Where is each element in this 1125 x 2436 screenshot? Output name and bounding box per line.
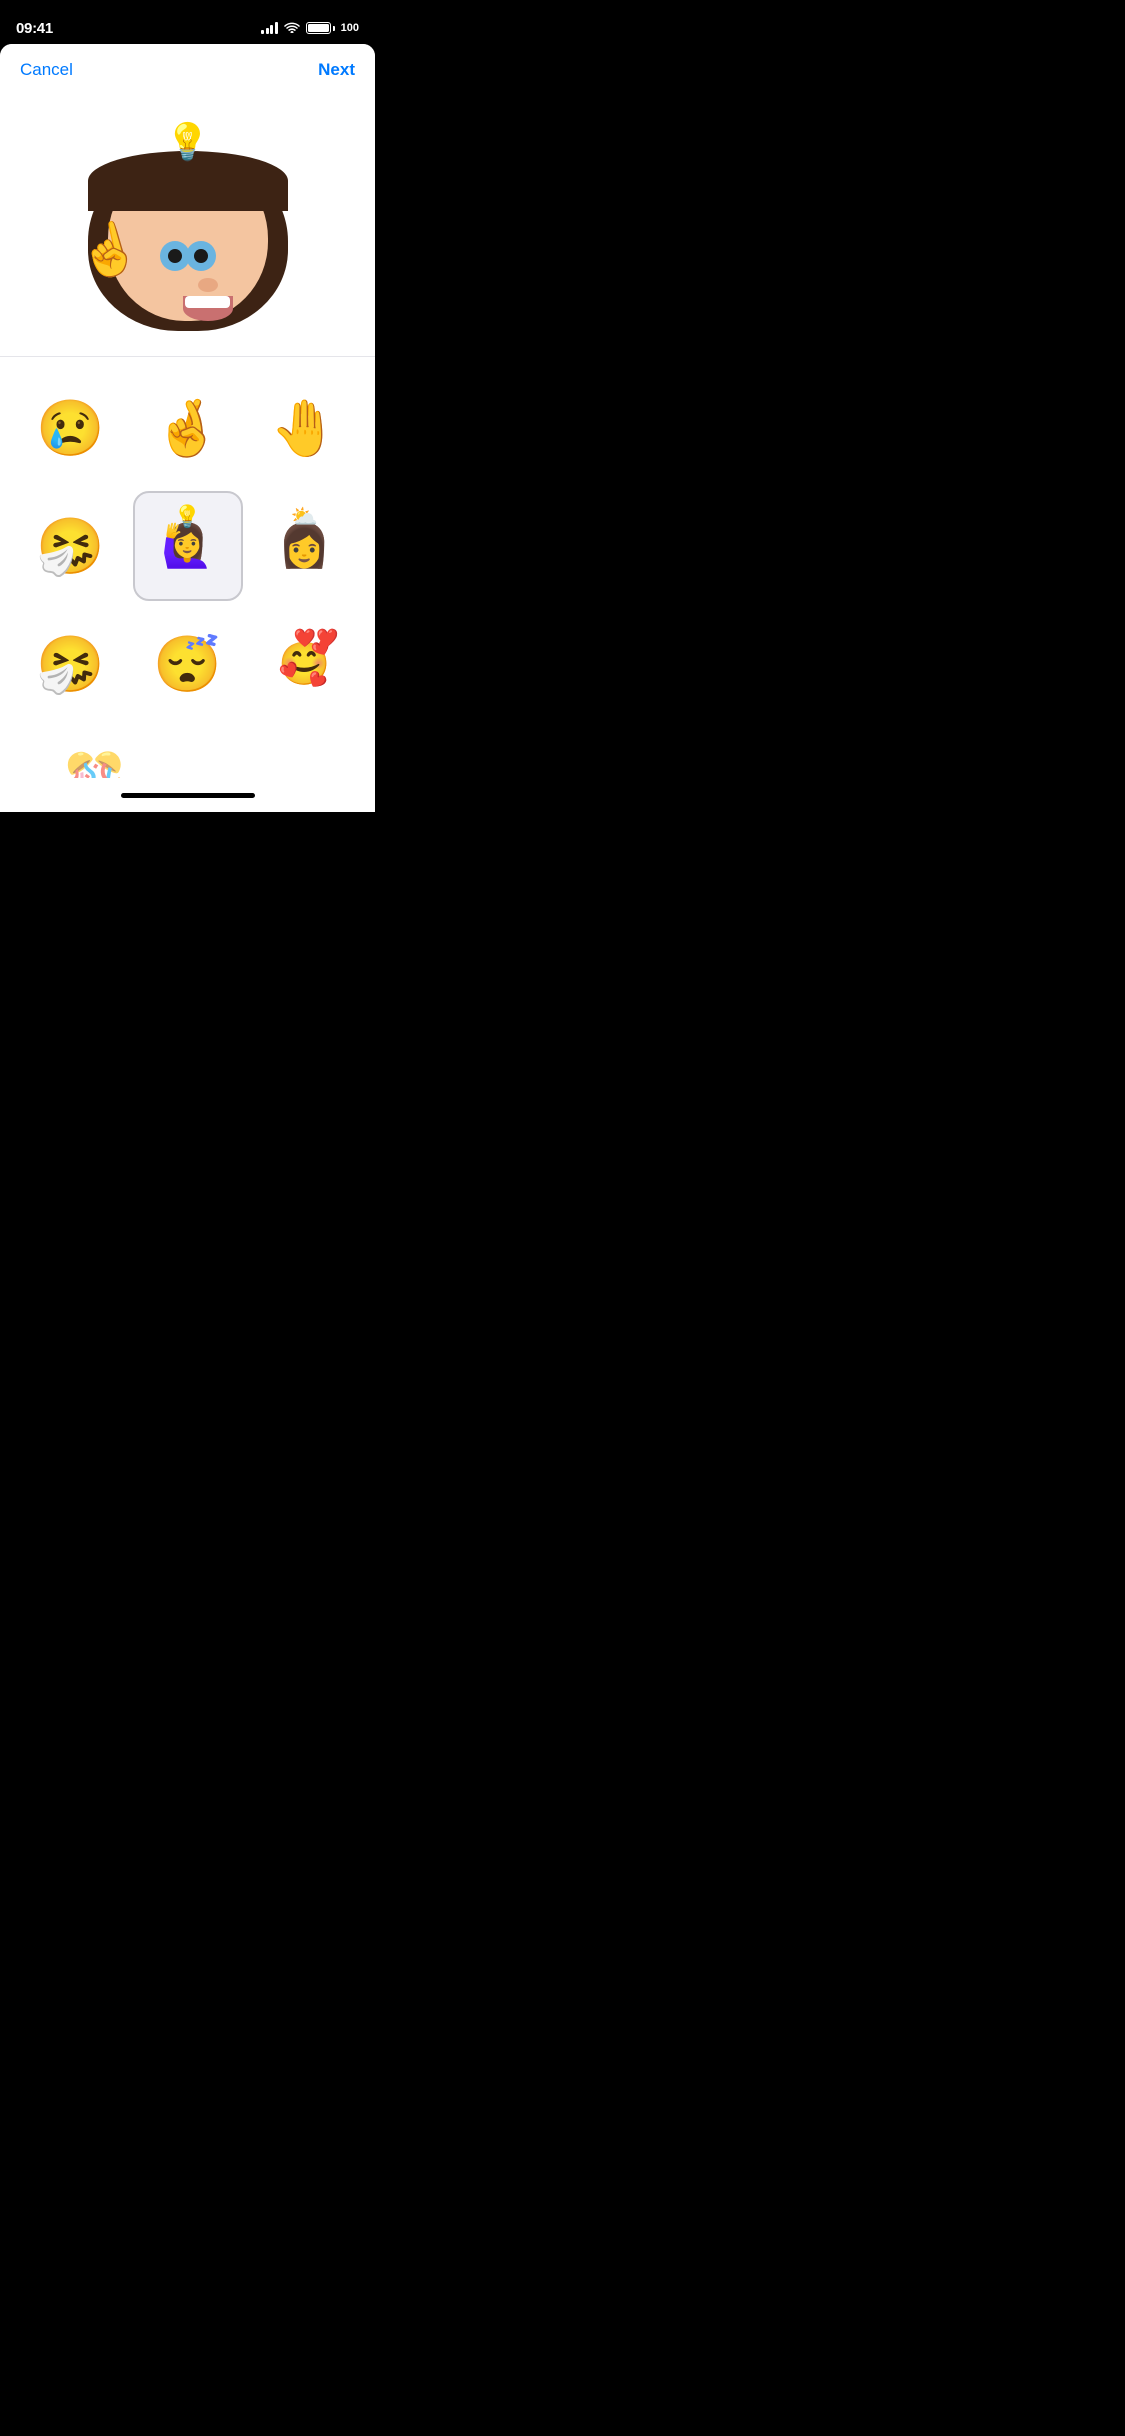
sticker-grid[interactable]: 😢 🤞 🤚 🤧 [0, 357, 375, 778]
sticker-cloud-overlay: ⛅ [291, 504, 318, 530]
status-icons: 100 [261, 21, 359, 36]
sticker-cell-partial-1[interactable]: 🎊 [39, 727, 149, 778]
stop-hand-emoji: 🤚 [270, 396, 338, 461]
blowing-nose-emoji: 🤧 [36, 632, 104, 697]
battery-level: 100 [341, 22, 359, 34]
sticker-stop-hand: 🤚 [260, 383, 350, 473]
sticker-sleeping: 😴 [143, 619, 233, 709]
fingers-crossed-emoji: 🤞 [153, 396, 221, 461]
sticker-cell-lightbulb[interactable]: 💡 🙋‍♀️ [133, 491, 243, 601]
memoji-left-pupil [168, 249, 182, 263]
main-container: Cancel Next [0, 44, 375, 812]
memoji-right-eye [186, 241, 216, 271]
sticker-cell-sneezing[interactable]: 🤧 [16, 491, 126, 601]
memoji-main-art: 💡 ☝️ [88, 121, 288, 331]
memoji-right-pupil [194, 249, 208, 263]
battery-icon [306, 22, 335, 34]
sticker-cell-fingers-crossed[interactable]: 🤞 [133, 373, 243, 483]
cancel-button[interactable]: Cancel [20, 60, 73, 80]
sticker-row-2: 🤧 💡 🙋‍♀️ ⛅ 👩 [12, 491, 363, 601]
sticker-row-4: 🎊 [12, 727, 363, 778]
next-button[interactable]: Next [318, 60, 355, 80]
home-bar [121, 793, 255, 798]
crying-emoji: 😢 [36, 396, 104, 461]
sticker-cell-crying[interactable]: 😢 [16, 373, 126, 483]
sticker-partial-1: 🎊 [49, 737, 139, 778]
sticker-cell-blowing-nose[interactable]: 🤧 [16, 609, 126, 719]
memoji-nose [198, 278, 218, 292]
sticker-cell-stop-hand[interactable]: 🤚 [250, 373, 360, 483]
sticker-row-1: 😢 🤞 🤚 [12, 373, 363, 483]
sticker-cell-partial-2[interactable] [202, 727, 242, 778]
sticker-lightbulb-overlay: 💡 [174, 504, 201, 530]
sleeping-emoji: 😴 [153, 632, 221, 697]
memoji-teeth [185, 296, 230, 308]
memoji-preview-area: 💡 ☝️ [0, 96, 375, 356]
sticker-lightbulb: 💡 🙋‍♀️ [143, 501, 233, 591]
sticker-cell-love[interactable]: ❤️❤️ 🥰 [250, 609, 360, 719]
sticker-blowing-nose: 🤧 [26, 619, 116, 709]
sneezing-emoji: 🤧 [36, 514, 104, 579]
sticker-sneezing: 🤧 [26, 501, 116, 591]
status-bar: 09:41 100 [0, 0, 375, 44]
partial-emoji-1: 🎊 [60, 750, 128, 779]
memoji-mouth [183, 296, 233, 321]
sticker-love: ❤️❤️ 🥰 [260, 619, 350, 709]
sticker-cell-sleeping[interactable]: 😴 [133, 609, 243, 719]
sticker-fingers-crossed: 🤞 [143, 383, 233, 473]
sticker-cloud: ⛅ 👩 [260, 501, 350, 591]
home-indicator [0, 778, 375, 812]
lightbulb-icon: 💡 [165, 121, 210, 163]
status-time: 09:41 [16, 20, 53, 37]
sticker-cell-cloud[interactable]: ⛅ 👩 [250, 491, 360, 601]
wifi-icon [284, 21, 300, 36]
sticker-cell-partial-3[interactable] [296, 727, 336, 778]
nav-bar: Cancel Next [0, 44, 375, 96]
sticker-love-overlay: ❤️❤️ [294, 628, 339, 649]
sticker-row-3: 🤧 😴 ❤️❤️ 🥰 [12, 609, 363, 719]
signal-bars-icon [261, 22, 278, 34]
sticker-crying: 😢 [26, 383, 116, 473]
